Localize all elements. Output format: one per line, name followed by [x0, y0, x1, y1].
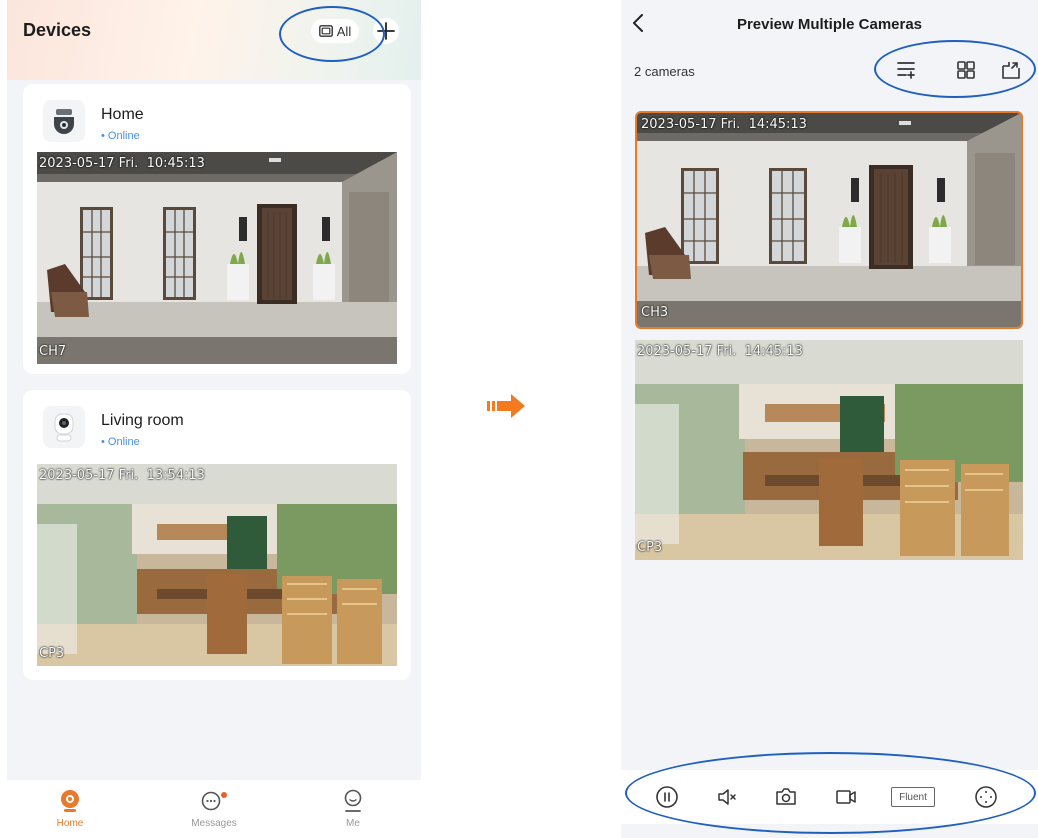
device-card-living-room[interactable]: Living room Online 2023-05-17 Fri.: [23, 390, 411, 680]
page-title: Devices: [23, 20, 92, 40]
quality-button[interactable]: Fluent: [891, 787, 935, 807]
camera-feed-ch3[interactable]: 2023-05-17 Fri. 14:45:13 CH3: [635, 111, 1023, 329]
device-status: Online: [101, 130, 140, 142]
camera-count: 2 cameras: [634, 64, 695, 79]
playback-control-bar: Fluent: [621, 770, 1038, 824]
camera-feed-living-room[interactable]: 2023-05-17 Fri. 13:54:13 CP3: [37, 464, 397, 666]
add-device-icon[interactable]: [372, 17, 400, 45]
feed-channel: CH7: [39, 344, 67, 359]
export-icon[interactable]: [999, 58, 1023, 82]
device-status: Online: [101, 436, 140, 448]
device-name: Living room: [101, 412, 184, 429]
feed-channel: CP3: [39, 646, 65, 661]
camera-home-icon: [61, 790, 79, 812]
device-name: Home: [101, 106, 144, 123]
pause-icon: [656, 786, 678, 808]
grid-icon[interactable]: [954, 58, 978, 82]
mute-icon: [718, 789, 736, 805]
porch-scene: [37, 152, 397, 364]
feed-timestamp: 2023-05-17 Fri. 13:54:13: [39, 468, 205, 483]
feed-channel: CP3: [637, 540, 663, 555]
feed-timestamp: 2023-05-17 Fri. 14:45:13: [641, 117, 807, 132]
feed-timestamp: 2023-05-17 Fri. 10:45:13: [39, 156, 205, 171]
kitchen-scene: [635, 340, 1023, 560]
unread-badge: [221, 792, 227, 798]
device-card-home[interactable]: Home Online: [23, 84, 411, 374]
porch-scene: [637, 113, 1021, 327]
camera-feed-home[interactable]: 2023-05-17 Fri. 10:45:13 CH7: [37, 152, 397, 364]
preview-multiple-cameras-screen: Preview Multiple Cameras 2 cameras 2023-…: [621, 0, 1038, 838]
indoor-camera-icon: [43, 406, 85, 448]
feed-timestamp: 2023-05-17 Fri. 14:45:13: [637, 344, 803, 359]
tab-messages[interactable]: Messages: [174, 788, 254, 829]
camera-feed-cp3[interactable]: 2023-05-17 Fri. 14:45:13 CP3: [635, 340, 1023, 560]
kitchen-scene: [37, 464, 397, 666]
snapshot-icon: [776, 788, 796, 805]
mute-button[interactable]: [714, 784, 740, 810]
tab-me[interactable]: Me: [313, 788, 393, 829]
bottom-tab-bar: Home Messages Me: [7, 780, 421, 838]
feed-channel: CH3: [641, 305, 669, 320]
ptz-icon: [975, 786, 997, 808]
list-add-icon[interactable]: [894, 58, 918, 82]
ptz-button[interactable]: [973, 784, 999, 810]
tab-home-label: Home: [56, 818, 84, 829]
tab-messages-label: Messages: [191, 818, 237, 829]
record-icon: [836, 790, 856, 804]
multi-view-icon: [318, 25, 333, 37]
dome-camera-icon: [43, 100, 85, 142]
nav-bar: Preview Multiple Cameras: [621, 0, 1038, 46]
pause-button[interactable]: [654, 784, 680, 810]
tab-home[interactable]: Home: [30, 788, 110, 829]
record-button[interactable]: [833, 784, 859, 810]
user-icon: [344, 789, 362, 812]
page-title: Preview Multiple Cameras: [736, 16, 923, 33]
snapshot-button[interactable]: [773, 784, 799, 810]
devices-header: Devices All: [7, 0, 421, 80]
chat-bubble-icon: [201, 791, 227, 811]
devices-screen: Devices All Home Online: [7, 0, 421, 838]
all-filter-button[interactable]: All: [311, 19, 359, 43]
arrow-right-icon: [487, 394, 525, 418]
all-filter-label: All: [336, 23, 352, 39]
tab-me-label: Me: [346, 818, 360, 829]
